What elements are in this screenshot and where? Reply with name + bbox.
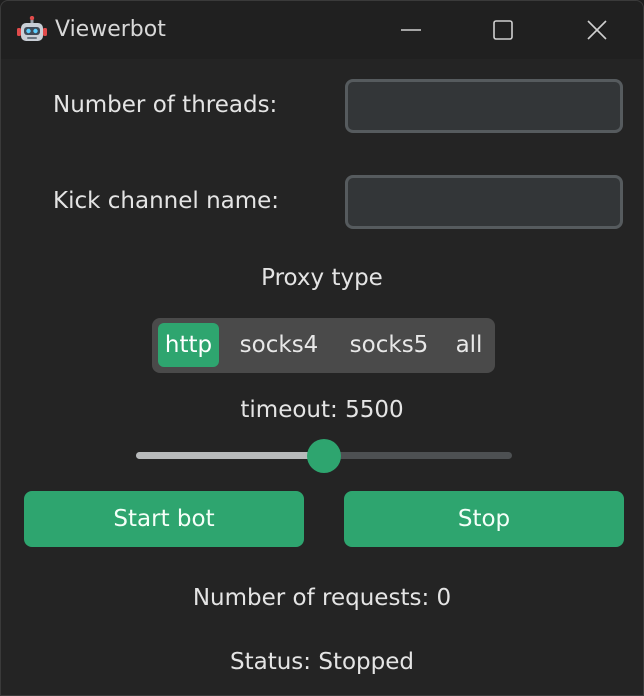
timeout-slider-fill: [136, 452, 324, 459]
app-window: Viewerbot Number of threads: Kick channe…: [0, 0, 644, 696]
channel-input[interactable]: [345, 175, 623, 229]
close-icon: [587, 20, 607, 40]
proxy-option-all[interactable]: all: [449, 323, 489, 367]
threads-input[interactable]: [345, 79, 623, 133]
maximize-button[interactable]: [457, 1, 549, 59]
robot-icon: [17, 16, 47, 41]
minimize-icon: [401, 29, 421, 31]
close-button[interactable]: [551, 1, 643, 59]
timeout-label: timeout: 5500: [240, 397, 404, 423]
proxy-option-socks5[interactable]: socks5: [339, 323, 439, 367]
status-text: Status: Stopped: [230, 649, 414, 675]
channel-label: Kick channel name:: [53, 188, 280, 214]
start-bot-button[interactable]: Start bot: [24, 491, 304, 547]
timeout-slider-handle[interactable]: [307, 439, 341, 473]
proxy-option-http[interactable]: http: [158, 323, 219, 367]
minimize-button[interactable]: [365, 1, 457, 59]
proxy-option-socks4[interactable]: socks4: [229, 323, 329, 367]
title-bar[interactable]: Viewerbot: [1, 1, 643, 59]
maximize-icon: [493, 20, 513, 40]
stop-button[interactable]: Stop: [344, 491, 624, 547]
proxy-type-selector: http socks4 socks5 all: [152, 318, 495, 373]
window-title: Viewerbot: [55, 17, 166, 42]
proxy-type-label: Proxy type: [261, 265, 383, 291]
requests-count: Number of requests: 0: [192, 585, 452, 611]
threads-label: Number of threads:: [53, 92, 278, 118]
